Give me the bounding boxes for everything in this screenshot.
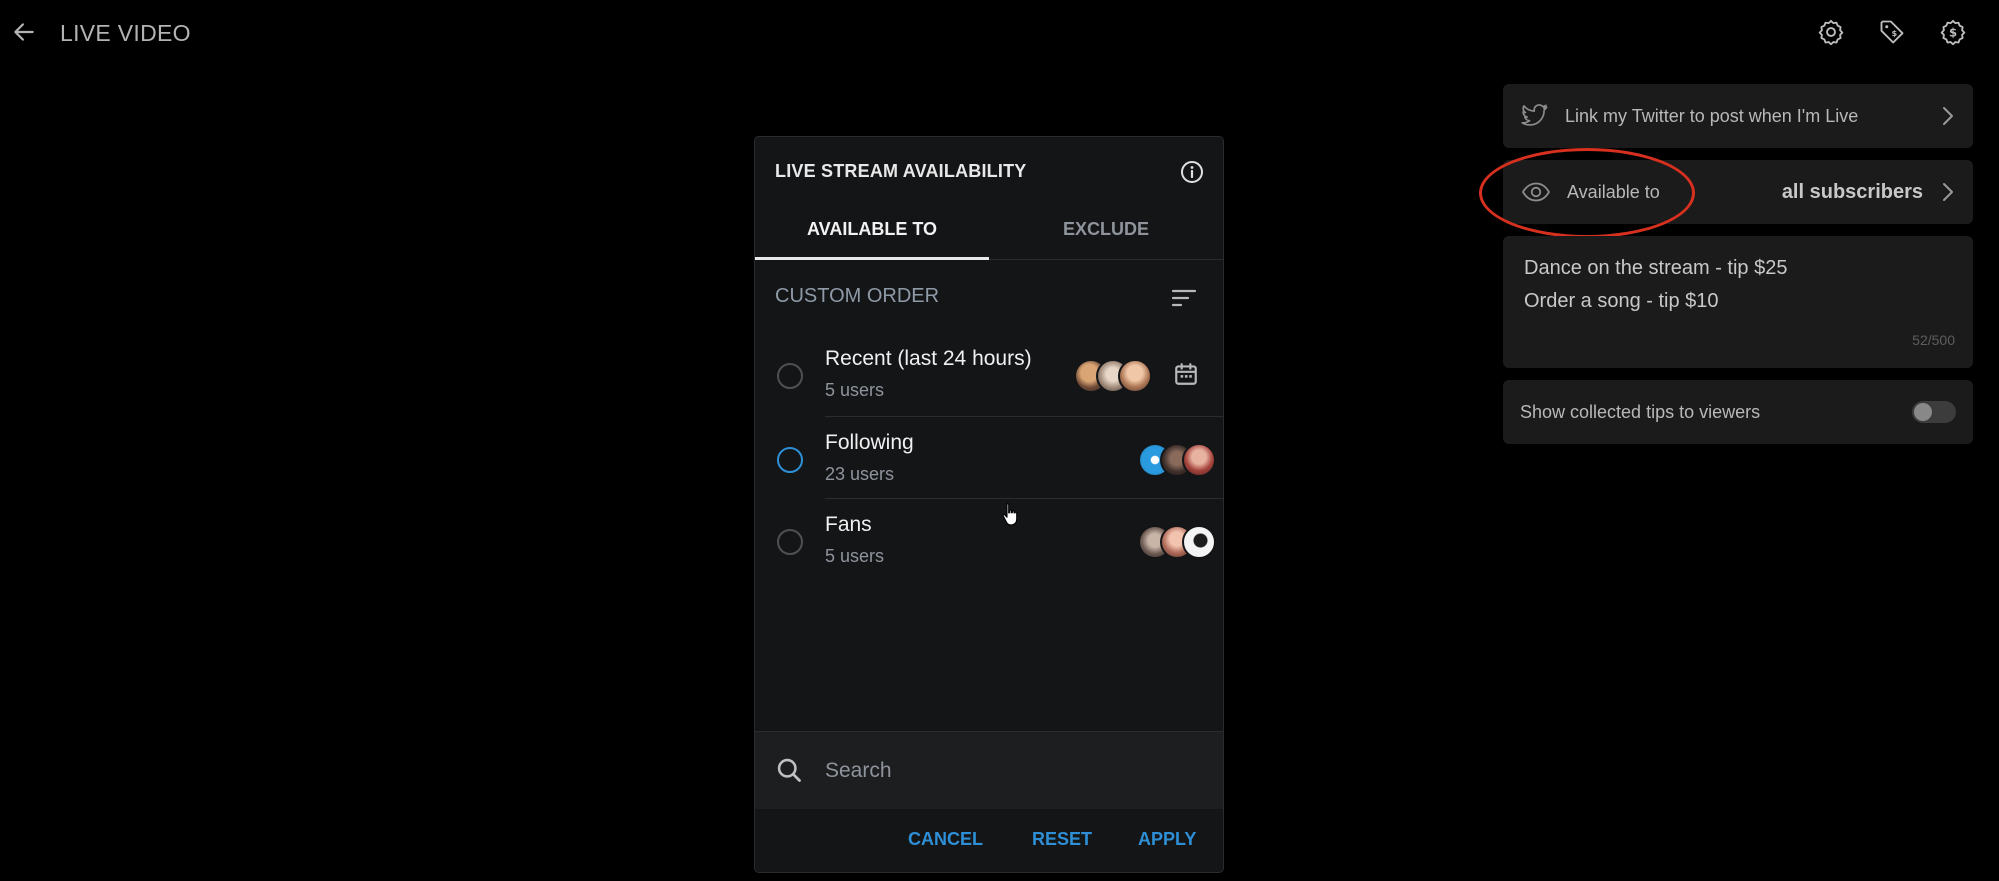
page-title: LIVE VIDEO [60, 20, 191, 46]
collected-tips-toggle[interactable] [1912, 401, 1956, 423]
radio-button[interactable] [777, 529, 803, 555]
back-arrow-icon[interactable] [6, 14, 42, 50]
available-to-value: all subscribers [1781, 180, 1923, 203]
top-bar: LIVE VIDEO $ $ [0, 0, 1999, 66]
collected-tips-label: Show collected tips to viewers [1520, 401, 1761, 422]
list-item-following[interactable]: Following 23 users [755, 417, 1223, 499]
live-stream-availability-dialog: LIVE STREAM AVAILABILITY AVAILABLE TO EX… [754, 136, 1224, 873]
top-toolbar: $ $ [1813, 14, 1971, 50]
eye-icon [1521, 181, 1551, 203]
avatar [1182, 525, 1216, 559]
chevron-right-icon [1941, 181, 1955, 203]
link-twitter-label: Link my Twitter to post when I'm Live [1565, 105, 1859, 126]
search-icon [775, 756, 805, 786]
radio-button[interactable] [777, 363, 803, 389]
list-item-recent[interactable]: Recent (last 24 hours) 5 users [755, 335, 1223, 417]
avatar-stack [1138, 443, 1216, 477]
list-item-fans[interactable]: Fans 5 users [755, 499, 1223, 581]
tips-menu-line: Order a song - tip $10 [1524, 290, 1719, 312]
list-name: Recent (last 24 hours) [825, 347, 1032, 370]
dialog-actions: CANCEL RESET APPLY [755, 809, 1223, 872]
reset-button[interactable]: RESET [1032, 829, 1092, 850]
tab-exclude[interactable]: EXCLUDE [989, 199, 1223, 259]
avatar [1118, 359, 1152, 393]
available-to-row[interactable]: Available to all subscribers [1479, 148, 1973, 238]
list-section-header: CUSTOM ORDER [755, 277, 1223, 317]
available-to-label: Available to [1567, 181, 1660, 202]
avatar [1182, 443, 1216, 477]
search-bar [755, 731, 1223, 810]
collected-tips-row: Show collected tips to viewers [1503, 380, 1973, 444]
svg-text:$: $ [1891, 28, 1897, 38]
twitter-icon [1521, 104, 1549, 128]
sort-icon[interactable] [1169, 283, 1199, 313]
info-icon[interactable] [1179, 159, 1205, 185]
tag-icon[interactable]: $ [1874, 14, 1910, 50]
tips-menu-line: Dance on the stream - tip $25 [1524, 257, 1788, 279]
list-name: Following [825, 431, 914, 454]
section-title: CUSTOM ORDER [775, 285, 940, 307]
list-name: Fans [825, 513, 872, 536]
list-user-count: 5 users [825, 380, 885, 400]
list-user-count: 5 users [825, 546, 885, 566]
search-input[interactable] [825, 754, 1195, 788]
tips-menu-textarea[interactable]: Dance on the stream - tip $25 Order a so… [1503, 236, 1973, 368]
list-user-count: 23 users [825, 464, 895, 484]
tab-available-to[interactable]: AVAILABLE TO [755, 199, 989, 259]
radio-button[interactable] [777, 447, 803, 473]
live-settings-panel: Link my Twitter to post when I'm Live Av… [1479, 84, 1973, 444]
dollar-gear-icon[interactable]: $ [1935, 14, 1971, 50]
chevron-right-icon [1941, 105, 1955, 127]
calendar-icon[interactable] [1171, 359, 1201, 389]
avatar-stack [1074, 359, 1152, 393]
svg-text:$: $ [1949, 26, 1957, 40]
dialog-tabs: AVAILABLE TO EXCLUDE [755, 199, 1223, 260]
link-twitter-row[interactable]: Link my Twitter to post when I'm Live [1503, 84, 1973, 148]
avatar-stack [1138, 525, 1216, 559]
active-tab-indicator [755, 257, 989, 260]
toggle-knob [1914, 403, 1932, 421]
apply-button[interactable]: APPLY [1138, 829, 1196, 850]
character-counter: 52/500 [1912, 332, 1955, 348]
gear-icon[interactable] [1813, 14, 1849, 50]
cancel-button[interactable]: CANCEL [908, 829, 983, 850]
dialog-title: LIVE STREAM AVAILABILITY [775, 161, 1027, 181]
